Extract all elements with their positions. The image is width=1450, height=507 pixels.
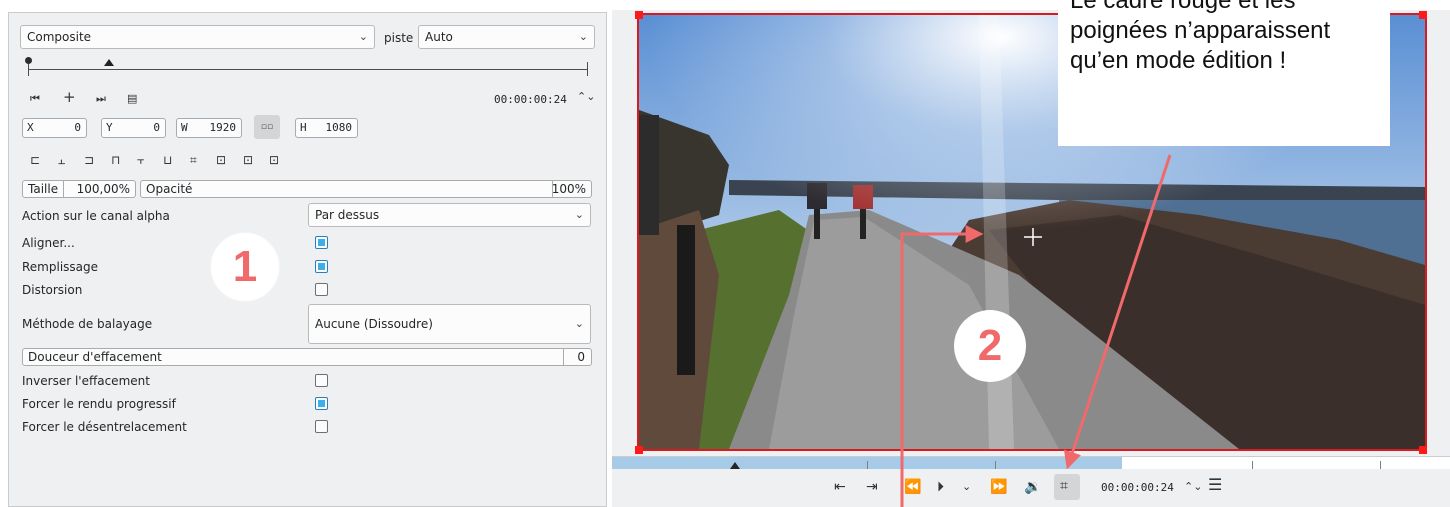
crosshair-arrow [900, 225, 984, 507]
note-arrow [1063, 154, 1172, 470]
annotation-arrows [900, 154, 1172, 507]
